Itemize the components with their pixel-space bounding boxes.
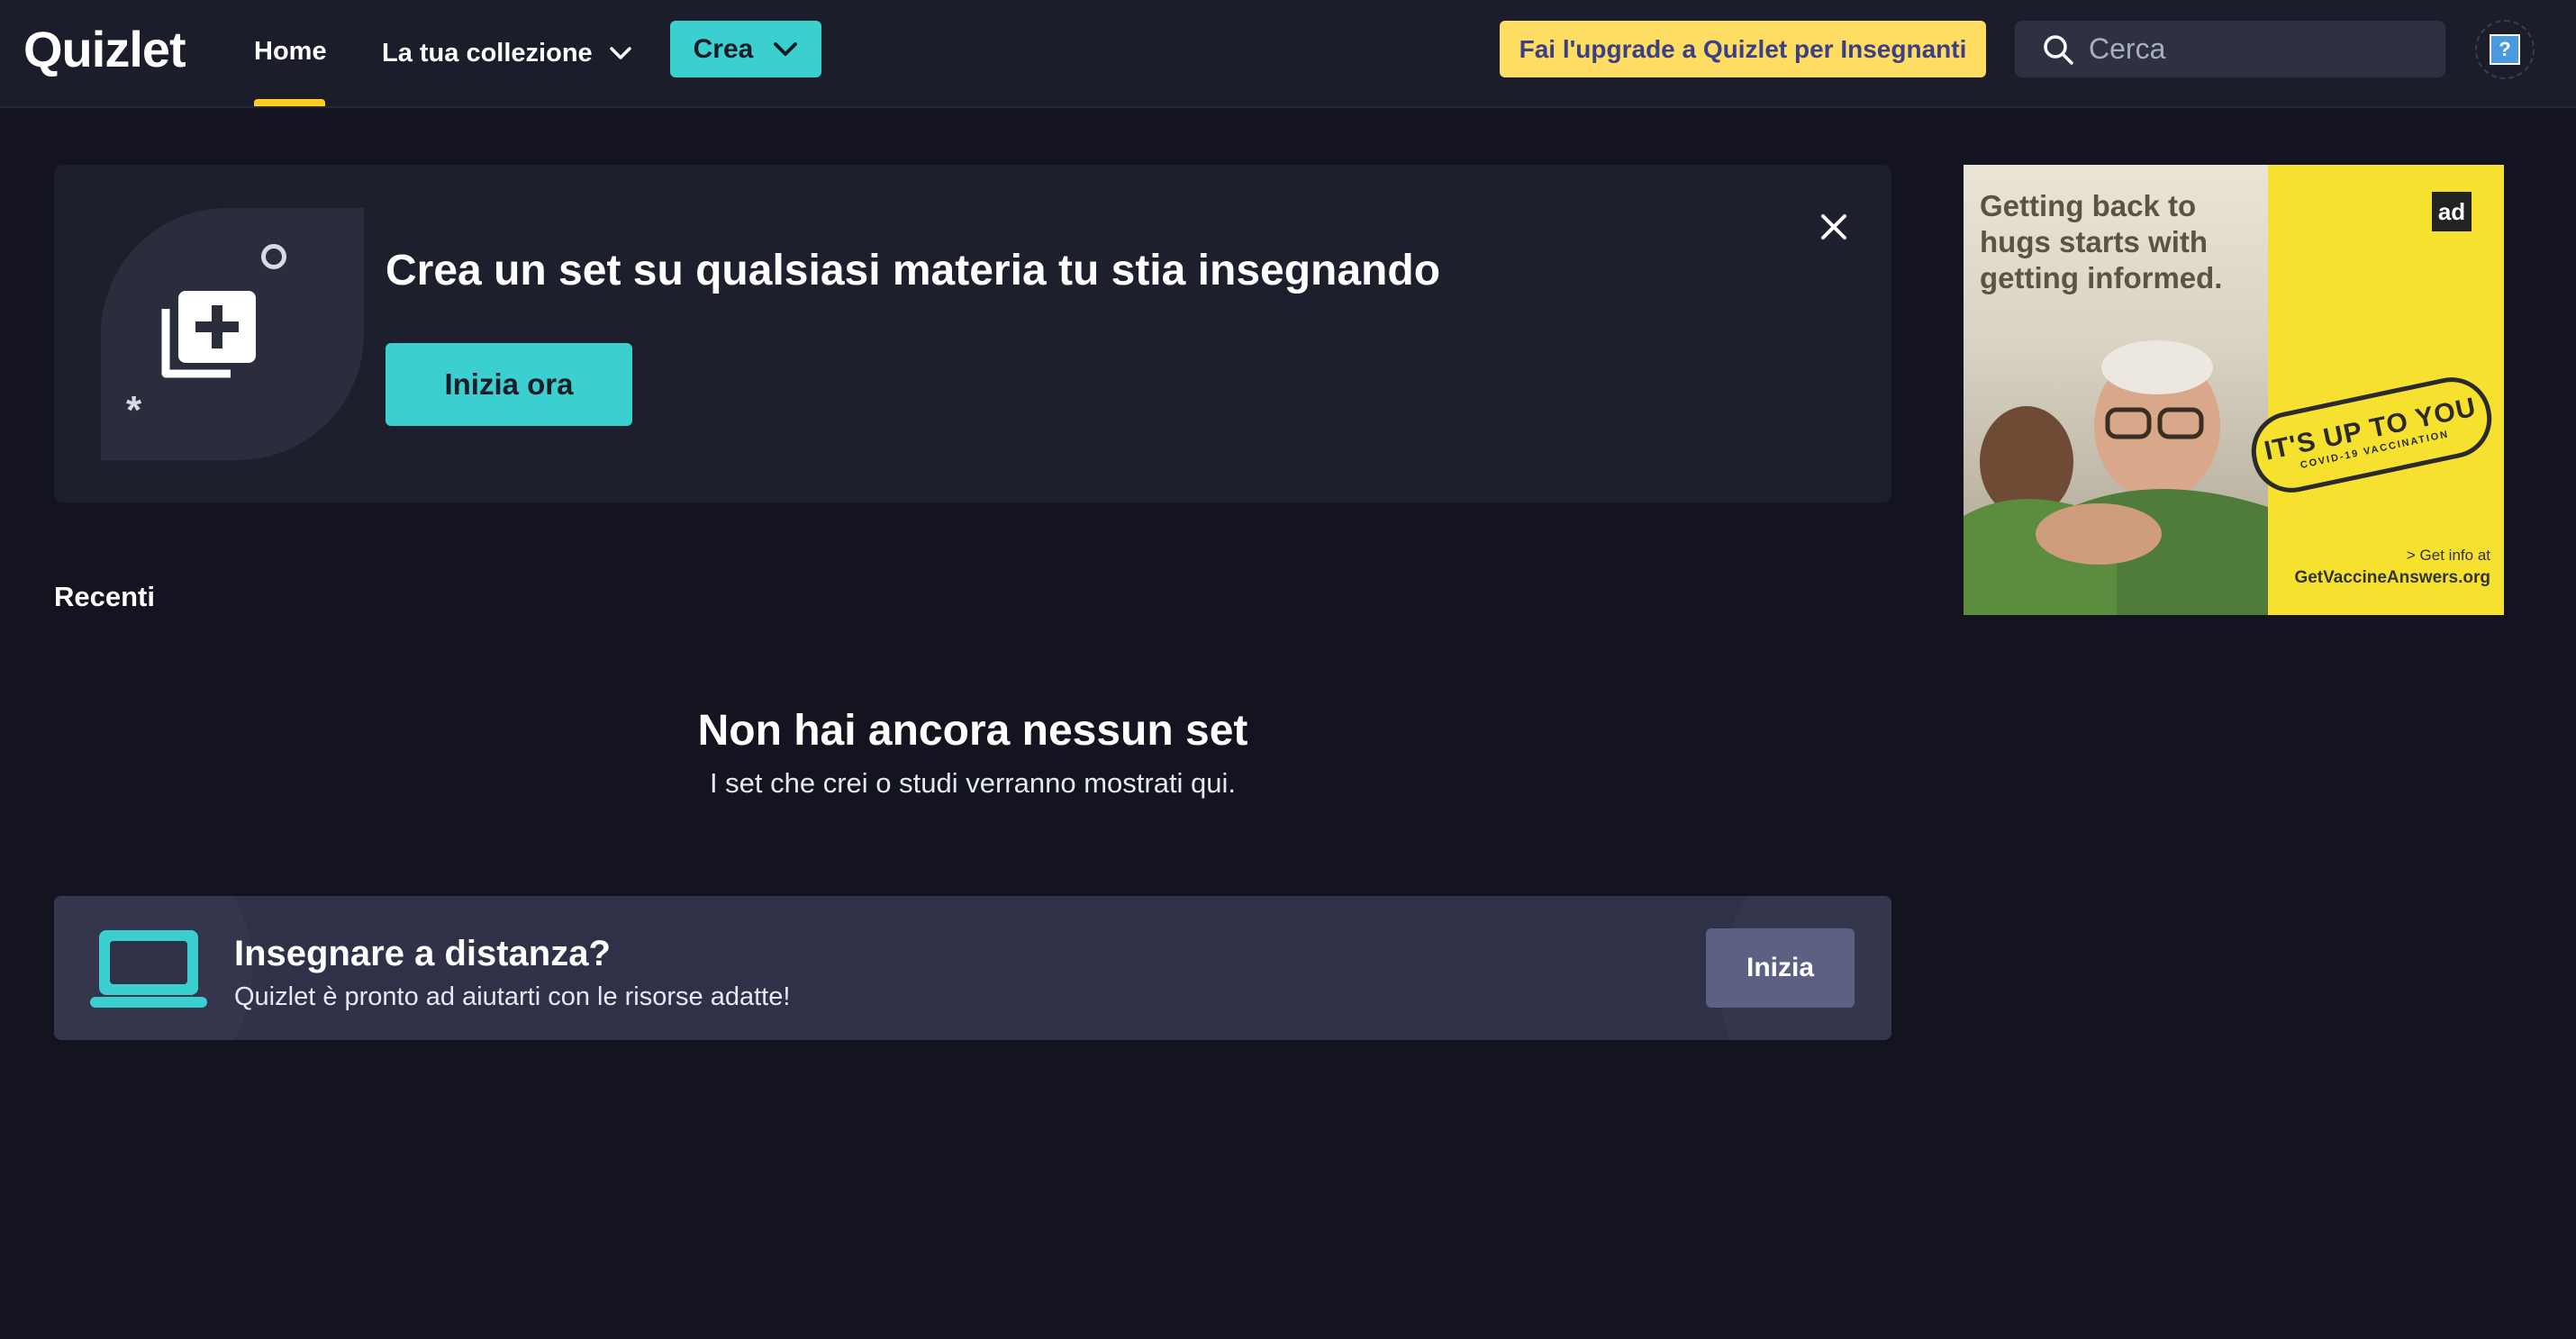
remote-teaching-card: Insegnare a distanza? Quizlet è pronto a… bbox=[54, 896, 1891, 1040]
decorative-asterisk: * bbox=[126, 388, 142, 432]
banner-illustration: * bbox=[101, 208, 364, 460]
nav-home[interactable]: Home bbox=[254, 0, 327, 106]
recent-heading: Recenti bbox=[54, 581, 155, 612]
upgrade-button[interactable]: Fai l'upgrade a Quizlet per Insegnanti bbox=[1500, 21, 1986, 77]
chevron-down-icon bbox=[609, 47, 631, 59]
create-button-label: Crea bbox=[693, 33, 754, 64]
active-tab-indicator bbox=[254, 99, 325, 106]
ad-council-logo: ad bbox=[2432, 192, 2472, 231]
laptop-icon bbox=[90, 930, 207, 1008]
top-nav: Quizlet Home La tua collezione Crea Fai … bbox=[0, 0, 2576, 108]
empty-state-title: Non hai ancora nessun set bbox=[697, 707, 1248, 755]
search-input[interactable] bbox=[2087, 32, 2433, 67]
advertisement[interactable]: Getting back to hugs starts with getting… bbox=[1964, 165, 2504, 615]
create-set-banner: * Crea un set su qualsiasi materia tu st… bbox=[54, 165, 1891, 502]
start-now-button[interactable]: Inizia ora bbox=[385, 343, 632, 426]
remote-teaching-title: Insegnare a distanza? bbox=[234, 934, 611, 973]
nav-collection-dropdown[interactable]: La tua collezione bbox=[382, 0, 632, 106]
ad-headline: Getting back to hugs starts with getting… bbox=[1980, 189, 2223, 294]
remote-teaching-subtitle: Quizlet è pronto ad aiutarti con le riso… bbox=[234, 982, 791, 1011]
nav-collection-label: La tua collezione bbox=[382, 39, 593, 68]
decorative-circle bbox=[261, 244, 286, 269]
quizlet-logo[interactable]: Quizlet bbox=[23, 20, 186, 78]
ad-photo-people bbox=[1964, 340, 2268, 615]
remote-teaching-start-button[interactable]: Inizia bbox=[1706, 928, 1855, 1008]
help-icon: ? bbox=[2490, 34, 2520, 65]
ad-info-text: > Get info at bbox=[2406, 547, 2490, 564]
empty-state-subtitle: I set che crei o studi verranno mostrati… bbox=[709, 767, 1237, 799]
create-button[interactable]: Crea bbox=[670, 21, 821, 77]
user-avatar[interactable]: ? bbox=[2475, 20, 2535, 79]
add-set-icon bbox=[161, 291, 256, 378]
banner-title: Crea un set su qualsiasi materia tu stia… bbox=[385, 247, 1441, 294]
search-bar[interactable] bbox=[2015, 21, 2445, 77]
chevron-down-icon bbox=[774, 41, 798, 56]
close-icon[interactable] bbox=[1816, 209, 1852, 245]
ad-url[interactable]: GetVaccineAnswers.org bbox=[2270, 568, 2490, 588]
search-icon bbox=[2044, 34, 2073, 65]
